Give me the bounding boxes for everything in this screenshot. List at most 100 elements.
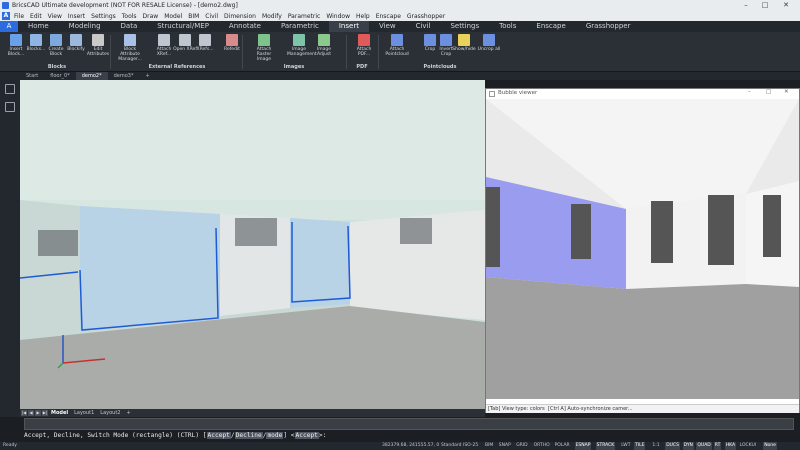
add-doc-tab-button[interactable]: +: [139, 72, 155, 80]
status-toggle-ortho[interactable]: ORTHO: [533, 442, 551, 450]
ribbon-button-attach-pointcloud[interactable]: Attach Pointcloud: [385, 34, 409, 57]
status-toggle-lockui[interactable]: LOCKUI: [739, 442, 757, 450]
app-logo-icon: [2, 2, 9, 9]
tab-modeling[interactable]: Modeling: [59, 21, 111, 32]
bubble-close-button[interactable]: ✕: [784, 89, 789, 95]
menu-item-enscape[interactable]: Enscape: [376, 13, 401, 20]
next-layout-icon[interactable]: ▶: [35, 410, 41, 416]
menu-item-parametric[interactable]: Parametric: [288, 13, 321, 20]
ribbon-button-blockify[interactable]: Blockify: [64, 34, 88, 52]
status-toggle-11[interactable]: 1:1: [651, 442, 660, 450]
tab-civil[interactable]: Civil: [406, 21, 441, 32]
ribbon-button-edit-attributes[interactable]: Edit Attributes: [86, 34, 110, 57]
ribbon-button-attribute-manager[interactable]: Block Attribute Manager...: [118, 34, 142, 62]
ribbon-button-uncrop-all[interactable]: Uncrop all: [477, 34, 501, 52]
status-toggle-dyn[interactable]: DYN: [682, 442, 694, 450]
ribbon-button-attach-pdf[interactable]: Attach PDF...: [352, 34, 376, 57]
tab-structural-mep[interactable]: Structural/MEP: [147, 21, 219, 32]
ribbon-button-label: Image Adjust: [316, 47, 332, 57]
status-toggle-grid[interactable]: GRID: [515, 442, 528, 450]
tab-annotate[interactable]: Annotate: [219, 21, 271, 32]
ribbon-button-raster-image[interactable]: Attach Raster Image: [252, 34, 276, 62]
xrefs-icon: [199, 34, 211, 46]
doc-tab-demo2[interactable]: demo2*: [75, 72, 108, 80]
doc-tab-floor0[interactable]: floor_0*: [44, 72, 76, 80]
layout-tab-layout1[interactable]: Layout1: [71, 410, 97, 416]
status-toggle-ducs[interactable]: DUCS: [665, 442, 680, 450]
tab-parametric[interactable]: Parametric: [271, 21, 329, 32]
tab-home[interactable]: Home: [18, 21, 59, 32]
ribbon-button-image-management[interactable]: Image Management: [287, 34, 317, 57]
layout-tab-layout2[interactable]: Layout2: [97, 410, 123, 416]
tab-tools[interactable]: Tools: [489, 21, 526, 32]
ribbon-button-image-adjust[interactable]: Image Adjust: [312, 34, 336, 57]
command-option-mode[interactable]: mode: [266, 432, 284, 439]
tab-grasshopper[interactable]: Grasshopper: [576, 21, 641, 32]
menu-item-help[interactable]: Help: [356, 13, 370, 20]
command-option-accept[interactable]: Accept: [206, 432, 231, 439]
status-toggle-hka[interactable]: HKA: [724, 442, 737, 450]
menu-item-model[interactable]: Model: [164, 13, 182, 20]
menu-item-view[interactable]: View: [48, 13, 62, 20]
menu-item-window[interactable]: Window: [326, 13, 350, 20]
tab-data[interactable]: Data: [111, 21, 148, 32]
tab-view[interactable]: View: [369, 21, 406, 32]
menu-item-edit[interactable]: Edit: [30, 13, 42, 20]
status-text-style[interactable]: Standard: [440, 442, 462, 450]
close-button[interactable]: ✕: [780, 1, 792, 10]
command-option-decline[interactable]: Decline: [234, 432, 263, 439]
layout-tab-model[interactable]: Model: [48, 410, 71, 416]
status-dim-style[interactable]: ISO-25: [462, 442, 479, 450]
menu-item-file[interactable]: File: [14, 13, 24, 20]
command-bracket: ] <: [283, 432, 295, 439]
status-toggle-none[interactable]: None: [763, 442, 777, 450]
tab-enscape[interactable]: Enscape: [526, 21, 575, 32]
status-toggle-strack[interactable]: STRACK: [595, 442, 616, 450]
menu-item-insert[interactable]: Insert: [68, 13, 85, 20]
menu-item-draw[interactable]: Draw: [143, 13, 159, 20]
maximize-button[interactable]: □: [759, 1, 771, 10]
menu-item-civil[interactable]: Civil: [205, 13, 218, 20]
home-icon[interactable]: [5, 84, 15, 94]
status-toggle-bim[interactable]: BIM: [484, 442, 494, 450]
status-toggle-esnap[interactable]: ESNAP: [574, 442, 592, 450]
bubble-panorama[interactable]: [486, 99, 799, 399]
first-layout-icon[interactable]: |◀: [21, 410, 27, 416]
add-layout-button[interactable]: +: [123, 410, 133, 416]
menu-item-dimension[interactable]: Dimension: [224, 13, 256, 20]
edit-attributes-icon: [92, 34, 104, 46]
ribbon-home-tab[interactable]: A: [0, 21, 18, 32]
status-toggle-lwt[interactable]: LWT: [620, 442, 631, 450]
status-toggle-quad[interactable]: QUAD: [696, 442, 712, 450]
command-default-option[interactable]: Accept: [294, 432, 319, 439]
menu-item-bim[interactable]: BIM: [188, 13, 199, 20]
menu-item-modify[interactable]: Modify: [262, 13, 282, 20]
doc-tab-start[interactable]: Start: [20, 72, 44, 80]
ribbon-button-xrefs[interactable]: XRefs...: [193, 34, 217, 52]
status-toggle-polar[interactable]: POLAR: [554, 442, 571, 450]
menu-item-grasshopper[interactable]: Grasshopper: [407, 13, 445, 20]
ribbon-button-refedit[interactable]: Refedit: [220, 34, 244, 52]
command-line[interactable]: Accept, Decline, Switch Mode (rectangle)…: [0, 430, 800, 442]
tab-settings[interactable]: Settings: [440, 21, 489, 32]
prev-layout-icon[interactable]: ◀: [28, 410, 34, 416]
ribbon-button-label: Attach Raster Image: [256, 47, 272, 62]
doc-tab-demo3[interactable]: demo3*: [108, 72, 140, 80]
tab-insert[interactable]: Insert: [328, 21, 369, 32]
layers-panel-icon[interactable]: [5, 102, 15, 112]
menu-item-settings[interactable]: Settings: [91, 13, 116, 20]
bubble-minimize-button[interactable]: –: [748, 89, 751, 95]
menu-item-tools[interactable]: Tools: [122, 13, 137, 20]
minimize-button[interactable]: –: [740, 1, 752, 10]
status-toggle-snap[interactable]: SNAP: [498, 442, 512, 450]
app-menu-icon[interactable]: A: [2, 12, 10, 20]
status-toggle-tile[interactable]: TILE: [634, 442, 646, 450]
status-toggle-rt[interactable]: RT: [713, 442, 722, 450]
command-history[interactable]: [24, 418, 794, 430]
bubble-viewer-window[interactable]: Bubble viewer – □ ✕ [Tab] View type: col…: [485, 88, 800, 413]
blockify-icon: [70, 34, 82, 46]
model-viewport[interactable]: [20, 80, 485, 409]
ribbon-button-show-hide[interactable]: Show/hide: [452, 34, 476, 52]
pointcloud-scene[interactable]: [20, 80, 485, 409]
bubble-maximize-button[interactable]: □: [766, 89, 771, 95]
